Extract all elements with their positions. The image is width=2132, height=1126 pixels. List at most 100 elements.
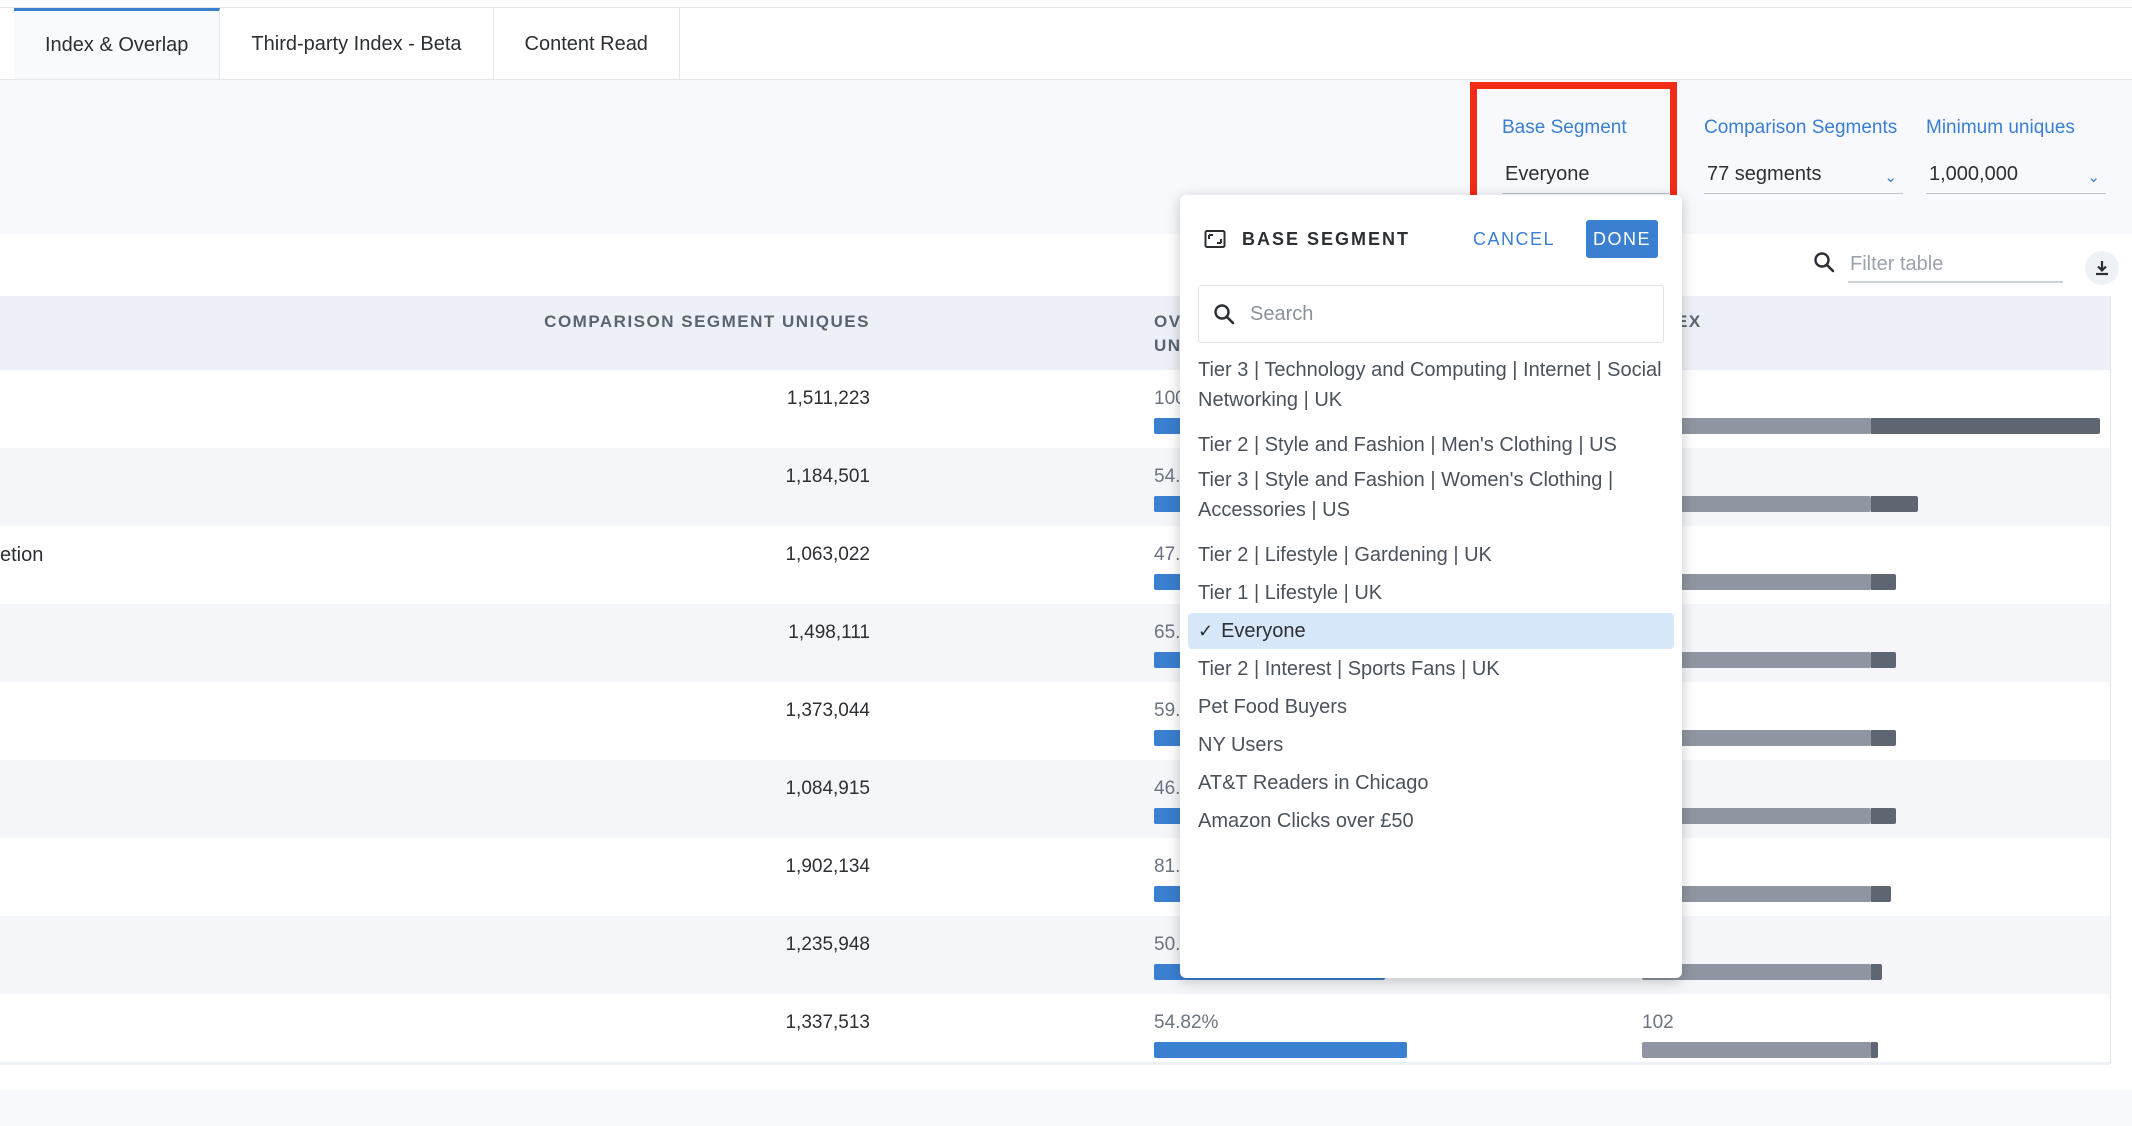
dropdown-option-label: Tier 2 | Lifestyle | Gardening | UK	[1198, 544, 1492, 566]
row-comparison-uniques: 1,902,134	[785, 856, 870, 877]
dropdown-option[interactable]: AT&T Readers in Chicago	[1188, 765, 1674, 801]
table-right-border	[2110, 296, 2111, 1064]
row-overlap-value: 54.82%	[1154, 1012, 1219, 1033]
dropdown-option-label: Tier 2 | Interest | Sports Fans | UK	[1198, 658, 1500, 680]
row-index-value: 102	[1642, 1012, 1674, 1033]
highlight-box	[1470, 82, 1677, 210]
cancel-button[interactable]: CANCEL	[1473, 229, 1555, 250]
tab-content-read[interactable]: Content Read	[493, 8, 680, 80]
row-index-bar-excess	[1871, 730, 1896, 746]
dropdown-option-label: Everyone	[1221, 620, 1306, 642]
row-comparison-uniques: 1,084,915	[785, 778, 870, 799]
row-comparison-uniques: 1,063,022	[785, 544, 870, 565]
minimum-uniques-value: 1,000,000	[1929, 163, 2018, 185]
dropdown-option[interactable]: NY Users	[1188, 727, 1674, 763]
table-bottom-border	[0, 1062, 2110, 1065]
row-comparison-uniques: 1,498,111	[788, 622, 870, 643]
row-comparison-uniques: 1,184,501	[785, 466, 870, 487]
row-index-bar-excess	[1871, 652, 1896, 668]
dropdown-option-label: Tier 1 | Lifestyle | UK	[1198, 582, 1383, 604]
minimum-uniques-label: Minimum uniques	[1926, 117, 2075, 138]
header-comparison-uniques[interactable]: COMPARISON SEGMENT UNIQUES	[544, 312, 870, 332]
dropdown-option[interactable]: Tier 2 | Style and Fashion | Men's Cloth…	[1188, 427, 1674, 463]
row-comparison-uniques: 1,235,948	[785, 934, 870, 955]
row-index-bar-excess	[1871, 964, 1882, 980]
filter-table-input[interactable]: Filter table	[1848, 247, 2063, 283]
dropdown-options: Tier 3 | Technology and Computing | Inte…	[1188, 355, 1674, 841]
row-index-bar-excess	[1871, 496, 1918, 512]
dropdown-option-label: AT&T Readers in Chicago	[1198, 772, 1429, 794]
row-overlap-value: 65.	[1154, 622, 1181, 643]
header-overlap-line2: UN	[1154, 336, 1182, 355]
dropdown-option-selected[interactable]: ✓ Everyone	[1188, 613, 1674, 649]
dropdown-option-label: Pet Food Buyers	[1198, 696, 1347, 718]
row-overlap-value: 47.	[1154, 544, 1181, 565]
base-segment-dropdown: BASE SEGMENT CANCEL DONE Search Tier 3 |…	[1180, 195, 1682, 978]
row-index-bar-excess	[1871, 808, 1896, 824]
filter-placeholder: Filter table	[1850, 252, 1944, 275]
table-row[interactable]: 1,373,044 59.	[0, 682, 2110, 760]
row-index-bar-excess	[1871, 574, 1896, 590]
row-index-bar-excess	[1871, 418, 2100, 434]
row-overlap-value: 50.	[1154, 934, 1181, 955]
comparison-segments-control: Comparison Segments	[1704, 117, 1897, 139]
dropdown-option[interactable]: Tier 2 | Lifestyle | Gardening | UK	[1188, 537, 1674, 573]
row-overlap-value: 54.	[1154, 466, 1181, 487]
table-header: COMPARISON SEGMENT UNIQUES OV UN EX	[0, 296, 2110, 370]
table-row[interactable]: 1,184,501 54.	[0, 448, 2110, 526]
row-index-bar-excess	[1871, 1042, 1878, 1058]
table-row[interactable]: 1,511,223 100	[0, 370, 2110, 448]
dropdown-option[interactable]: Tier 3 | Style and Fashion | Women's Clo…	[1188, 465, 1674, 525]
table-row[interactable]: 1,902,134 81.	[0, 838, 2110, 916]
tab-index-overlap[interactable]: Index & Overlap	[14, 8, 221, 80]
row-overlap-value: 59.	[1154, 700, 1181, 721]
segment-icon	[1204, 230, 1226, 248]
row-index-bar	[1642, 1042, 1871, 1058]
check-icon: ✓	[1198, 621, 1214, 641]
chevron-down-icon: ⌄	[1884, 169, 1897, 186]
download-button[interactable]	[2085, 251, 2119, 285]
table-row[interactable]: 1,235,948 50.	[0, 916, 2110, 994]
dropdown-option[interactable]: Tier 1 | Lifestyle | UK	[1188, 575, 1674, 611]
row-comparison-uniques: 1,337,513	[785, 1012, 870, 1033]
comparison-segments-value: 77 segments	[1707, 163, 1822, 185]
dropdown-option-label: Tier 3 | Technology and Computing | Inte…	[1198, 359, 1662, 411]
row-overlap-value: 46.	[1154, 778, 1181, 799]
dropdown-option-label: Tier 3 | Style and Fashion | Women's Clo…	[1198, 469, 1614, 521]
row-overlap-value: 81.	[1154, 856, 1181, 877]
row-comparison-uniques: 1,511,223	[786, 388, 870, 409]
table-row[interactable]: etion 1,063,022 47.	[0, 526, 2110, 604]
dropdown-header: BASE SEGMENT CANCEL DONE	[1180, 195, 1682, 285]
table-row[interactable]: 1,337,513 54.82% 102	[0, 994, 2110, 1072]
dropdown-option-label: Tier 2 | Style and Fashion | Men's Cloth…	[1198, 434, 1617, 456]
dropdown-option[interactable]: Pet Food Buyers	[1188, 689, 1674, 725]
row-comparison-uniques: 1,373,044	[785, 700, 870, 721]
download-icon	[2096, 261, 2108, 276]
dropdown-option[interactable]: Tier 3 | Technology and Computing | Inte…	[1188, 355, 1674, 415]
row-segment-name: etion	[0, 544, 44, 566]
search-placeholder: Search	[1250, 303, 1314, 325]
done-button[interactable]: DONE	[1586, 220, 1658, 258]
dropdown-option[interactable]: Tier 2 | Interest | Sports Fans | UK	[1188, 651, 1674, 687]
search-icon	[1214, 304, 1235, 325]
row-index-bar-excess	[1871, 886, 1891, 902]
dropdown-option-label: Amazon Clicks over £50	[1198, 810, 1414, 832]
chevron-down-icon: ⌄	[2087, 169, 2100, 186]
table-body: 1,511,223 100 1,184,501 54. etion 1,063,022 47…	[0, 370, 2110, 1072]
dropdown-search-input[interactable]: Search	[1198, 285, 1664, 343]
comparison-segments-label: Comparison Segments	[1704, 117, 1898, 138]
minimum-uniques-control: Minimum uniques	[1926, 117, 2075, 139]
table-row[interactable]: 1,498,111 65.	[0, 604, 2110, 682]
tab-bar: Index & Overlap Third-party Index - Beta…	[14, 8, 680, 80]
table-row[interactable]: 1,084,915 46.	[0, 760, 2110, 838]
header-overlap[interactable]: OV	[1154, 312, 1182, 332]
tab-third-party-index[interactable]: Third-party Index - Beta	[220, 8, 494, 80]
dropdown-option-label: NY Users	[1198, 734, 1284, 756]
minimum-uniques-select[interactable]: 1,000,000 ⌄	[1926, 156, 2106, 194]
page-footer	[0, 1090, 2132, 1126]
dropdown-title: BASE SEGMENT	[1242, 229, 1411, 249]
dropdown-option[interactable]: Amazon Clicks over £50	[1188, 803, 1674, 839]
search-icon	[1814, 252, 1835, 273]
comparison-segments-select[interactable]: 77 segments ⌄	[1704, 156, 1903, 194]
row-overlap-bar	[1154, 1042, 1407, 1058]
